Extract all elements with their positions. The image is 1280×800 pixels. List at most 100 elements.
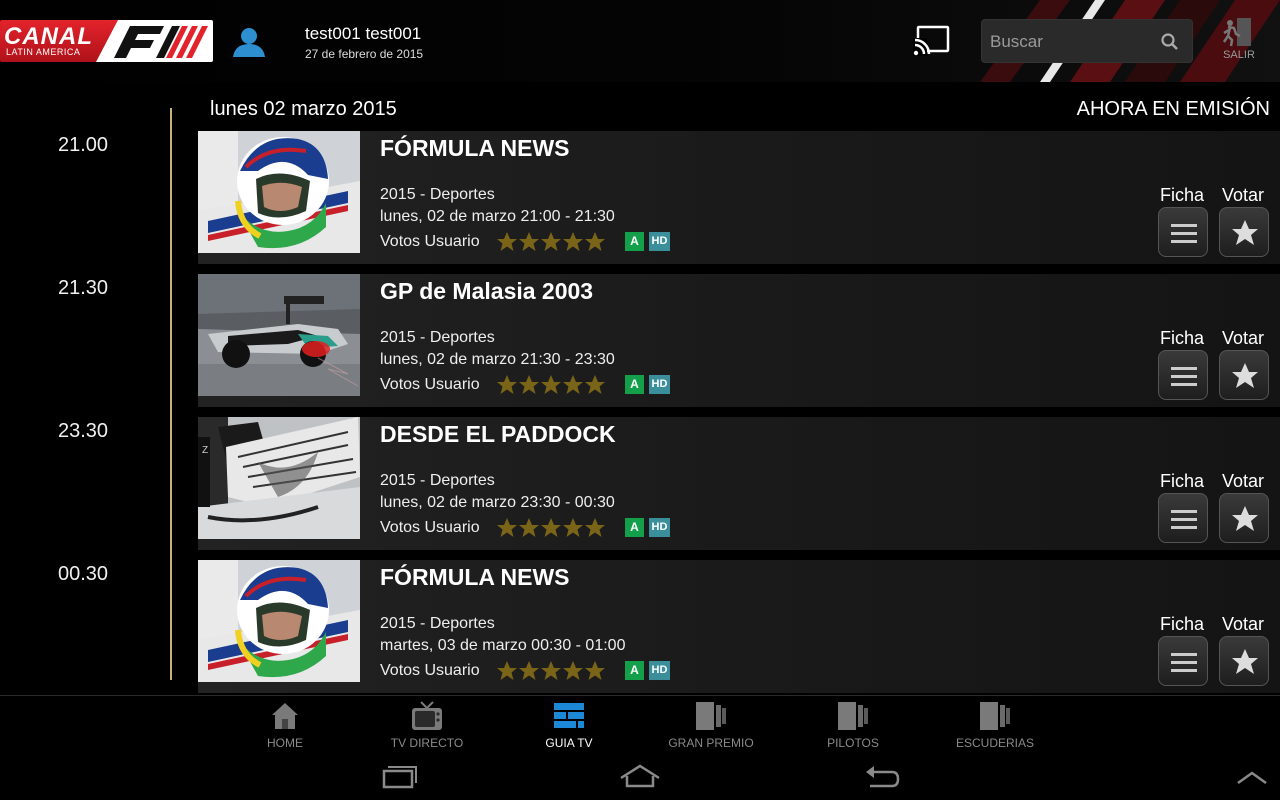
nav-escuderias[interactable]: ESCUDERIAS [935, 696, 1055, 753]
rating-stars [497, 375, 605, 394]
age-rating-badge: A [625, 232, 644, 251]
hd-badge: HD [649, 518, 670, 537]
star-icon [1232, 649, 1258, 674]
nav-home[interactable]: HOME [225, 696, 345, 753]
exit-label: SALIR [1223, 49, 1255, 61]
escuderias-icon [980, 702, 1010, 730]
ficha-label: Ficha [1160, 328, 1205, 348]
hd-badge: HD [649, 375, 670, 394]
votar-button[interactable] [1219, 493, 1269, 543]
hd-badge: HD [649, 232, 670, 251]
program-schedule: lunes, 02 de marzo 21:30 - 23:30 [380, 351, 615, 368]
nav-tv-directo-label: TV DIRECTO [390, 736, 464, 750]
program-schedule: lunes, 02 de marzo 21:00 - 21:30 [380, 208, 615, 225]
program-year-genre: 2015 - Deportes [380, 186, 495, 203]
nav-pilotos[interactable]: PILOTOS [793, 696, 913, 753]
search-icon[interactable] [1160, 32, 1180, 52]
star-icon [1232, 363, 1258, 388]
program-thumbnail[interactable] [198, 274, 360, 396]
user-date: 27 de febrero de 2015 [305, 47, 424, 61]
nav-gran-premio[interactable]: GRAN PREMIO [651, 696, 771, 753]
nav-guia-tv[interactable]: GUIA TV [509, 696, 629, 753]
system-navigation-bar [0, 752, 1280, 800]
age-rating-badge: A [625, 518, 644, 537]
age-rating-badge: A [625, 375, 644, 394]
nav-pilotos-label: PILOTOS [827, 736, 879, 750]
program-year-genre: 2015 - Deportes [380, 472, 495, 489]
ficha-button[interactable] [1158, 207, 1208, 257]
back-icon[interactable] [862, 766, 902, 790]
time-slot: 21.00 [58, 134, 109, 156]
logo-region-text: LATIN AMERICA [6, 47, 81, 57]
now-airing-link[interactable]: AHORA EN EMISIÓN [1077, 98, 1270, 121]
star-icon [1232, 506, 1258, 531]
gran-premio-icon [696, 702, 726, 730]
program-row[interactable]: GP de Malasia 2003 2015 - Deportes lunes… [198, 274, 1280, 407]
program-year-genre: 2015 - Deportes [380, 615, 495, 632]
recent-apps-icon[interactable] [380, 765, 420, 789]
votar-button[interactable] [1219, 636, 1269, 686]
program-row[interactable]: FÓRMULA NEWS 2015 - Deportes martes, 03 … [198, 560, 1280, 693]
program-row[interactable]: Z DESDE EL PADDOCK 2015 - Deportes lunes… [198, 417, 1280, 550]
rating-stars [497, 232, 605, 251]
program-row[interactable]: FÓRMULA NEWS 2015 - Deportes lunes, 02 d… [198, 131, 1280, 264]
guide-icon [554, 703, 584, 728]
ficha-button[interactable] [1158, 636, 1208, 686]
program-year-genre: 2015 - Deportes [380, 329, 495, 346]
chevron-up-icon[interactable] [1236, 770, 1268, 786]
program-title: DESDE EL PADDOCK [380, 421, 616, 447]
ficha-label: Ficha [1160, 471, 1205, 491]
hd-badge: HD [649, 661, 670, 680]
votar-label: Votar [1222, 614, 1265, 634]
cast-icon[interactable] [913, 24, 951, 56]
program-title: FÓRMULA NEWS [380, 135, 570, 161]
time-slot: 21.30 [58, 277, 109, 299]
user-avatar-icon[interactable] [231, 26, 267, 58]
user-votes-label: Votos Usuario [380, 376, 480, 393]
nav-gran-premio-label: GRAN PREMIO [668, 736, 754, 750]
program-thumbnail[interactable] [198, 131, 360, 253]
pilotos-icon [838, 702, 868, 730]
rating-stars [497, 661, 605, 680]
date-bar: lunes 02 marzo 2015 AHORA EN EMISIÓN [198, 88, 1280, 130]
ficha-button[interactable] [1158, 350, 1208, 400]
nav-guia-tv-label: GUIA TV [545, 736, 593, 750]
program-thumbnail[interactable] [198, 560, 360, 682]
bottom-navigation: HOME TV DIRECTO GUIA TV GRAN PREMIO PILO… [0, 695, 1280, 752]
votar-button[interactable] [1219, 350, 1269, 400]
program-schedule: martes, 03 de marzo 00:30 - 01:00 [380, 637, 626, 654]
search-input[interactable] [990, 30, 1150, 54]
user-name: test001 test001 [305, 24, 422, 43]
program-schedule: lunes, 02 de marzo 23:30 - 00:30 [380, 494, 615, 511]
program-title: GP de Malasia 2003 [380, 278, 594, 304]
ficha-label: Ficha [1160, 614, 1205, 634]
program-title: FÓRMULA NEWS [380, 564, 570, 590]
star-icon [1232, 220, 1258, 245]
exit-button[interactable]: SALIR [1216, 16, 1262, 64]
canal-f1-logo[interactable]: CANAL LATIN AMERICA [0, 20, 213, 62]
list-icon [1171, 653, 1197, 672]
user-votes-label: Votos Usuario [380, 519, 480, 536]
program-thumbnail[interactable]: Z [198, 417, 360, 539]
rating-stars [497, 518, 605, 537]
search-box[interactable] [981, 19, 1193, 63]
timeline-line [170, 108, 172, 680]
age-rating-badge: A [625, 661, 644, 680]
votar-label: Votar [1222, 328, 1265, 348]
app-header: CANAL LATIN AMERICA test001 test001 27 d… [0, 0, 1280, 82]
time-slot: 00.30 [58, 563, 109, 585]
ficha-button[interactable] [1158, 493, 1208, 543]
f1-logo-mark [96, 20, 213, 62]
svg-text:Z: Z [202, 445, 208, 456]
home-icon [272, 703, 298, 729]
ficha-label: Ficha [1160, 185, 1205, 205]
tv-icon [412, 701, 442, 730]
nav-escuderias-label: ESCUDERIAS [955, 736, 1035, 750]
votar-label: Votar [1222, 471, 1265, 491]
votar-button[interactable] [1219, 207, 1269, 257]
time-slot: 23.30 [58, 420, 109, 442]
home-system-icon[interactable] [618, 764, 662, 788]
list-icon [1171, 510, 1197, 529]
nav-tv-directo[interactable]: TV DIRECTO [367, 696, 487, 753]
list-icon [1171, 367, 1197, 386]
